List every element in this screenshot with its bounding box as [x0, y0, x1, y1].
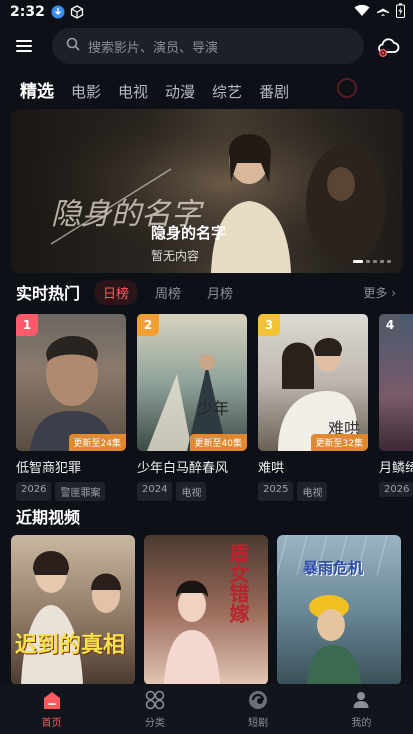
- hot-item-title: 少年白马醉春风: [137, 461, 229, 476]
- status-bar: 2:32: [0, 0, 413, 24]
- genre-tag: 警匪罪案: [55, 482, 106, 501]
- category-icon: [145, 690, 165, 710]
- recent-section-title: 近期视频: [16, 508, 81, 527]
- hot-item[interactable]: 难哄 3 更新至32集 难哄 2025 电视: [258, 314, 368, 501]
- nav-category-label: 分类: [144, 718, 165, 729]
- update-tag: 更新至40集: [189, 434, 247, 451]
- tab-movies[interactable]: 电影: [71, 81, 101, 102]
- tab-anime[interactable]: 动漫: [165, 81, 195, 102]
- hot-item[interactable]: 少年 2 更新至40集 少年白马醉春风 2024 电视: [137, 314, 247, 501]
- poster-image: 4: [379, 314, 413, 451]
- update-tag: 更新至32集: [310, 434, 368, 451]
- more-label: 更多: [363, 285, 388, 300]
- download-icon: [51, 5, 65, 19]
- recent-section-header: 近期视频: [16, 504, 396, 528]
- banner-pagination: [353, 260, 391, 263]
- banner-artwork: 隐身的名字: [11, 109, 403, 273]
- recent-item[interactable]: 暴雨危机: [277, 535, 401, 685]
- hero-banner[interactable]: 隐身的名字 隐身的名字 暂无内容: [11, 109, 403, 273]
- search-placeholder: 搜索影片、演员、导演: [88, 40, 219, 56]
- recent-overlay-title: 迟到的真相: [15, 633, 126, 658]
- bottom-nav: 首页 分类 短剧 我的: [0, 684, 413, 734]
- home-icon: [43, 692, 60, 709]
- banner-subtitle: 暂无内容: [151, 249, 200, 263]
- poster-image: 1 更新至24集: [16, 314, 126, 451]
- nav-home-label: 首页: [41, 718, 62, 729]
- year-tag: 2026: [379, 482, 413, 497]
- recent-overlay-title: 暴雨危机: [303, 559, 364, 577]
- rank-tabs: 日榜 周榜 月榜: [94, 279, 242, 305]
- search-icon: [66, 37, 80, 55]
- svg-text:少年: 少年: [197, 399, 229, 418]
- year-tag: 2025: [258, 482, 294, 501]
- hot-item-title: 月鳞绮纪: [379, 461, 413, 476]
- genre-tag: 电视: [176, 482, 207, 501]
- tab-variety[interactable]: 综艺: [212, 81, 242, 102]
- update-tag: 更新至24集: [68, 434, 126, 451]
- cube-icon: [70, 5, 84, 19]
- banner-title: 隐身的名字: [151, 224, 227, 242]
- year-tag: 2024: [137, 482, 173, 501]
- tab-bangumi[interactable]: 番剧: [259, 81, 289, 102]
- status-time: 2:32: [10, 4, 45, 20]
- rank-tab-daily[interactable]: 日榜: [94, 279, 139, 305]
- category-tabs: 精选 电影 电视 动漫 综艺 番剧: [20, 76, 289, 102]
- nav-short-drama-label: 短剧: [248, 718, 269, 729]
- recent-item[interactable]: 盾女错嫁: [144, 535, 268, 685]
- tab-tv[interactable]: 电视: [118, 81, 148, 102]
- hot-section-title: 实时热门: [16, 284, 81, 303]
- profile-icon: [353, 692, 369, 708]
- poster-image: [21, 551, 121, 685]
- nav-home[interactable]: 首页: [0, 689, 103, 729]
- rank-badge: 3: [258, 314, 280, 336]
- hot-item[interactable]: 1 更新至24集 低智商犯罪 2026 警匪罪案: [16, 314, 126, 501]
- wifi-icon: [354, 4, 370, 21]
- cloud-icon: [378, 38, 400, 57]
- cloud-sync-button[interactable]: [375, 33, 401, 59]
- hot-item-title: 难哄: [258, 461, 285, 476]
- hot-section-header: 实时热门 日榜 周榜 月榜 更多 ›: [16, 279, 396, 305]
- short-drama-icon: [249, 691, 268, 709]
- poster-image: 难哄 3 更新至32集: [258, 314, 368, 451]
- recent-overlay-title: 盾女错嫁: [226, 543, 250, 623]
- year-tag: 2026: [16, 482, 52, 501]
- nav-category[interactable]: 分类: [103, 689, 206, 729]
- menu-button[interactable]: [16, 34, 40, 58]
- recent-list: 迟到的真相 盾女错嫁 暴雨危机: [11, 535, 401, 685]
- hot-item-title: 低智商犯罪: [16, 461, 82, 476]
- nav-profile[interactable]: 我的: [310, 689, 413, 729]
- more-link[interactable]: 更多 ›: [363, 284, 396, 301]
- top-bar: 搜索影片、演员、导演: [0, 26, 413, 66]
- airplane-icon: [376, 3, 390, 21]
- hot-list: 1 更新至24集 低智商犯罪 2026 警匪罪案 少年 2 更新至40集 少年白…: [16, 314, 413, 501]
- nav-profile-label: 我的: [351, 718, 372, 729]
- rank-tab-weekly[interactable]: 周榜: [146, 280, 190, 305]
- chevron-right-icon: ›: [391, 285, 396, 300]
- rank-tab-monthly[interactable]: 月榜: [198, 280, 242, 305]
- rank-badge: 1: [16, 314, 38, 336]
- recent-item[interactable]: 迟到的真相: [11, 535, 135, 685]
- rank-badge: 4: [379, 314, 401, 336]
- tab-featured[interactable]: 精选: [20, 77, 54, 102]
- genre-tag: 电视: [297, 482, 328, 501]
- nav-short-drama[interactable]: 短剧: [207, 689, 310, 729]
- poster-image: 少年 2 更新至40集: [137, 314, 247, 451]
- battery-icon: [396, 2, 405, 22]
- decorative-ring: [337, 78, 357, 98]
- rank-badge: 2: [137, 314, 159, 336]
- hot-item[interactable]: 4 月鳞绮纪 2026: [379, 314, 413, 501]
- search-input[interactable]: 搜索影片、演员、导演: [52, 28, 364, 64]
